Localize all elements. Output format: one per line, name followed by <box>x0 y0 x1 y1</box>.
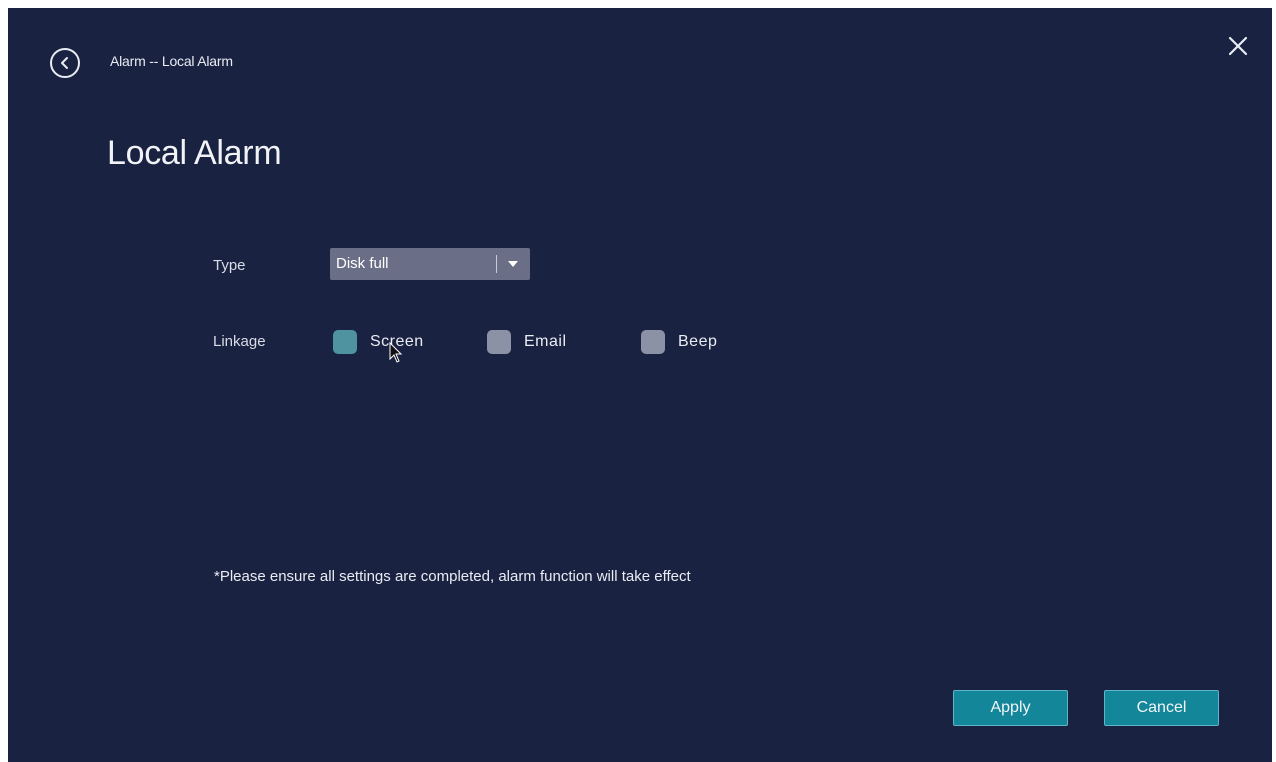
linkage-beep-option[interactable]: Beep <box>641 329 717 355</box>
cancel-button[interactable]: Cancel <box>1104 690 1219 726</box>
beep-checkbox[interactable] <box>641 330 665 354</box>
type-select-value: Disk full <box>336 255 389 272</box>
type-label: Type <box>213 257 246 274</box>
close-button[interactable] <box>1226 34 1250 58</box>
linkage-label: Linkage <box>213 333 266 350</box>
email-checkbox-label: Email <box>524 333 567 350</box>
linkage-screen-option[interactable]: Screen <box>333 329 424 355</box>
screen-checkbox[interactable] <box>333 330 357 354</box>
breadcrumb: Alarm -- Local Alarm <box>110 53 233 69</box>
apply-button[interactable]: Apply <box>953 690 1068 726</box>
close-icon <box>1228 36 1248 56</box>
email-checkbox[interactable] <box>487 330 511 354</box>
local-alarm-dialog: Alarm -- Local Alarm Local Alarm Type Di… <box>8 8 1272 762</box>
type-select[interactable]: Disk full <box>330 248 530 280</box>
beep-checkbox-label: Beep <box>678 333 718 350</box>
back-button[interactable] <box>50 48 80 78</box>
mouse-pointer-icon <box>389 342 403 363</box>
chevron-down-icon <box>508 261 518 267</box>
settings-notice: *Please ensure all settings are complete… <box>214 568 691 585</box>
page-title: Local Alarm <box>107 134 282 172</box>
select-divider <box>496 255 497 273</box>
chevron-left-icon <box>61 57 68 69</box>
linkage-email-option[interactable]: Email <box>487 329 567 355</box>
